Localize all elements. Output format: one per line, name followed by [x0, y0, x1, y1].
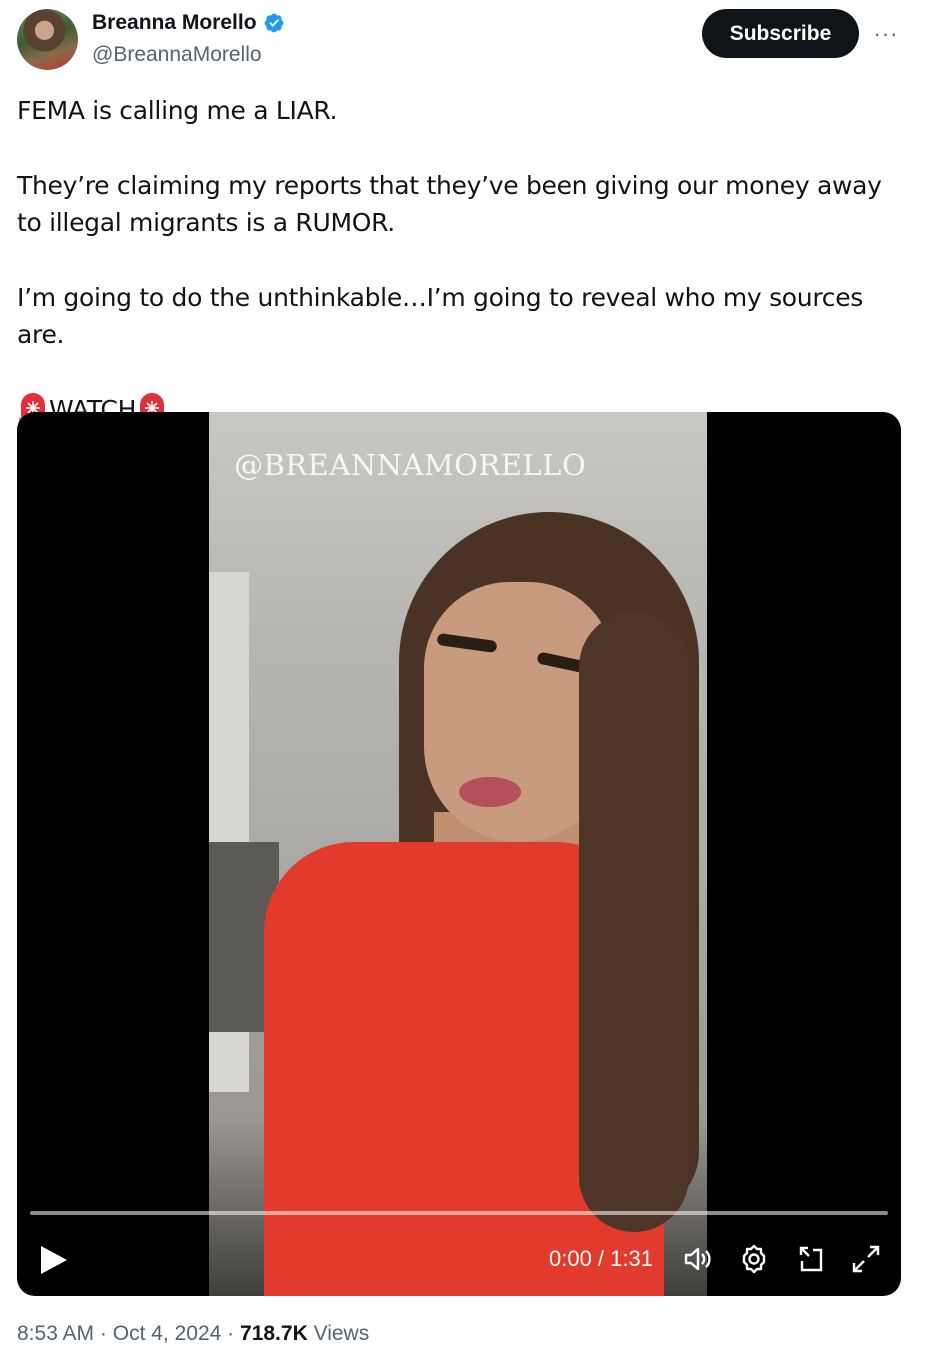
post-date[interactable]: Oct 4, 2024 — [113, 1322, 222, 1345]
more-options-icon[interactable]: ··· — [872, 21, 900, 46]
post-time[interactable]: 8:53 AM — [17, 1322, 94, 1345]
separator: · — [227, 1322, 235, 1345]
volume-icon[interactable] — [681, 1242, 715, 1276]
tweet-header: Breanna Morello @BreannaMorello Subscrib… — [0, 0, 931, 90]
separator: · — [99, 1322, 107, 1345]
tweet-line: They’re claiming my reports that they’ve… — [17, 171, 882, 237]
picture-in-picture-icon[interactable] — [793, 1242, 827, 1276]
views-count: 718.7K — [240, 1322, 308, 1345]
author-name[interactable]: Breanna Morello — [92, 11, 257, 35]
progress-bar[interactable] — [30, 1211, 888, 1215]
avatar[interactable] — [17, 9, 78, 70]
tweet-line: FEMA is calling me a LIAR. — [17, 96, 338, 125]
video-watermark: @BREANNAMORELLO — [234, 448, 587, 482]
views-label: Views — [313, 1322, 370, 1345]
tweet-meta: 8:53 AM · Oct 4, 2024 · 718.7K Views — [17, 1322, 369, 1346]
author-handle[interactable]: @BreannaMorello — [92, 43, 262, 67]
fullscreen-icon[interactable] — [849, 1242, 883, 1276]
tweet-line: I’m going to do the unthinkable…I’m goin… — [17, 283, 864, 349]
play-icon[interactable] — [37, 1240, 71, 1280]
settings-gear-icon[interactable] — [737, 1242, 771, 1276]
verified-badge-icon — [263, 12, 285, 34]
video-player[interactable]: @BREANNAMORELLO 0:00 / 1:31 — [17, 412, 901, 1296]
tweet-text: FEMA is calling me a LIAR. They’re claim… — [17, 92, 907, 428]
subscribe-button[interactable]: Subscribe — [702, 9, 859, 58]
author-name-row: Breanna Morello — [92, 11, 285, 35]
video-time: 0:00 / 1:31 — [549, 1246, 653, 1271]
video-frame[interactable]: @BREANNAMORELLO — [209, 412, 707, 1296]
